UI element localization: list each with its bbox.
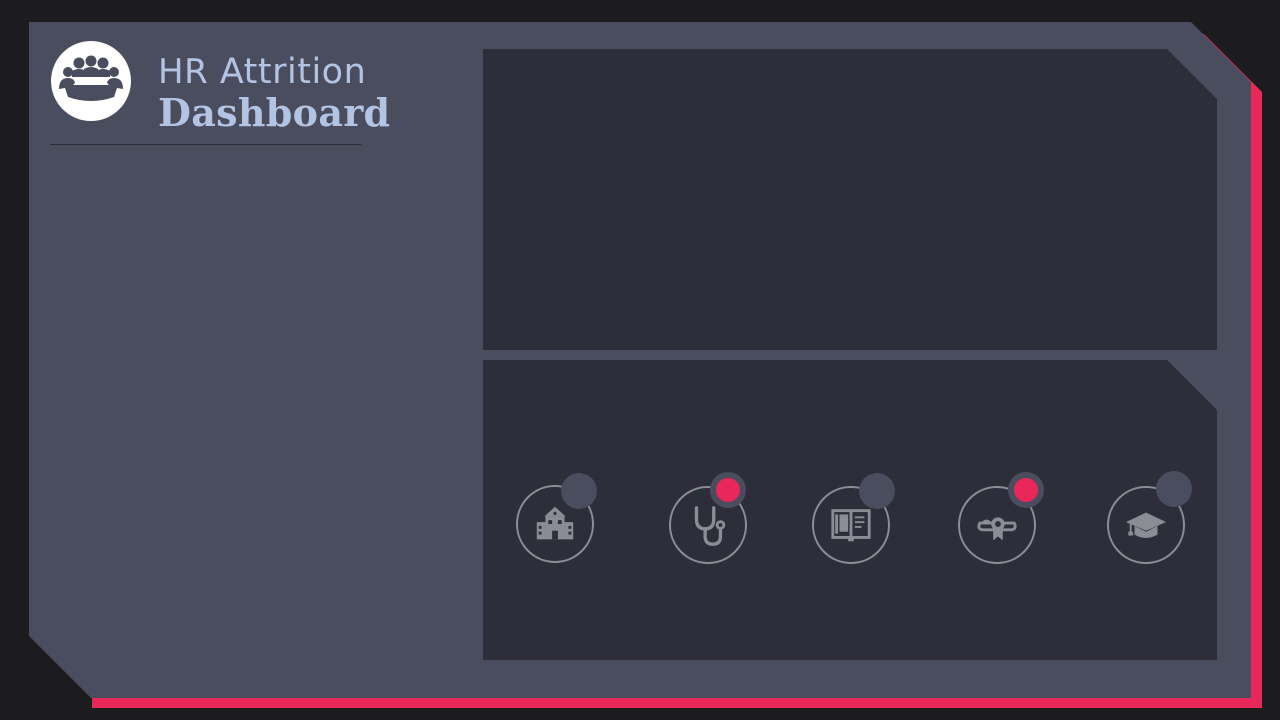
filter-diploma-indicator [1008,472,1044,508]
page-subtitle: Dashboard [158,90,391,135]
filter-book-indicator [859,473,895,509]
title-divider [50,144,361,145]
filter-medical[interactable] [669,472,747,564]
filter-diploma[interactable] [958,472,1044,564]
filter-graduate-indicator [1156,471,1192,507]
page-title: HR Attrition [158,52,366,92]
filter-graduate[interactable] [1107,471,1192,564]
title-hr: HR [158,52,209,92]
filter-book[interactable] [812,473,895,564]
filter-school[interactable] [516,473,597,563]
top-chart-card [483,49,1217,350]
filter-school-indicator [561,473,597,509]
title-attrition: Attrition [219,52,367,92]
filter-medical-indicator [710,472,746,508]
team-meeting-icon [51,41,131,121]
